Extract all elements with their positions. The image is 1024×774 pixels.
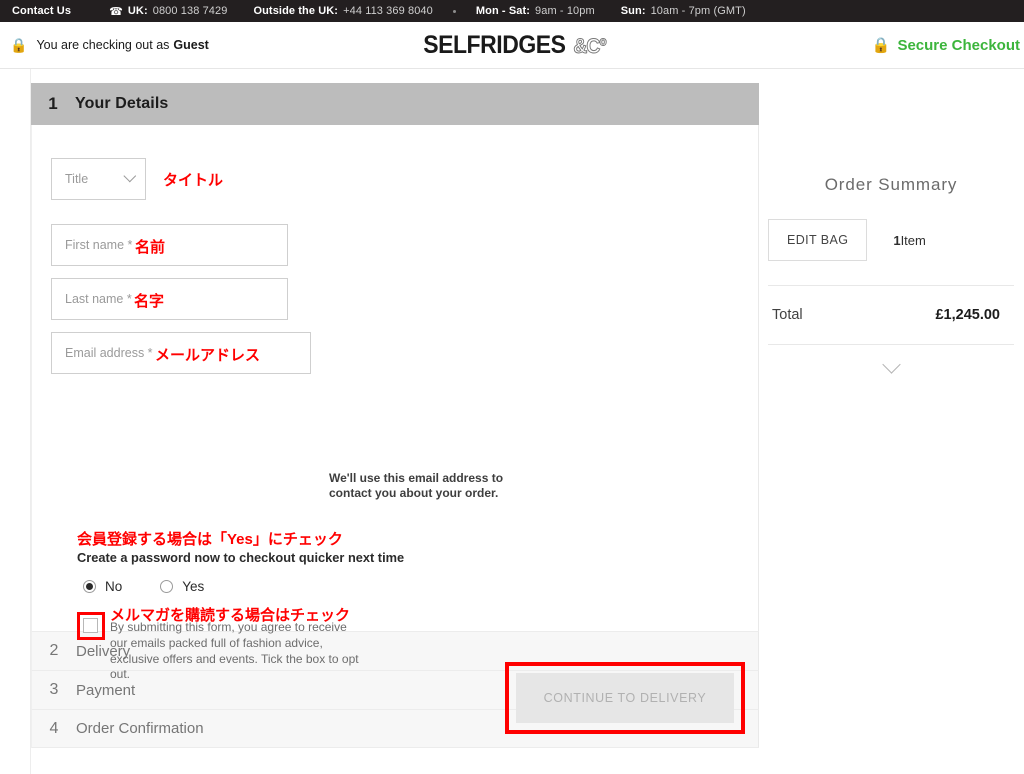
edit-bag-button[interactable]: EDIT BAG [768,219,868,261]
sunday-label: Sun: [620,5,646,17]
order-total-row: Total £1,245.00 [768,286,1014,344]
item-count-number: 1 [893,232,901,248]
lock-icon: 🔒 [10,37,28,53]
order-total-label: Total [772,307,803,323]
radio-option-no[interactable]: No [83,579,122,594]
logo-wordmark: SELFRIDGES [422,30,566,59]
sunday-hours: Sun: 10am - 7pm (GMT) [621,5,746,17]
edit-bag-label: EDIT BAG [787,233,849,247]
sunday-hours-value: 10am - 7pm (GMT) [650,5,746,17]
step-number: 3 [49,681,59,698]
item-count-unit: Item [900,232,926,248]
phone-icon: ☎ [109,5,123,18]
last-name-placeholder: Last name * [65,292,132,306]
step-number: 1 [48,94,58,113]
separator-dot-icon [452,9,456,13]
step-header-your-details[interactable]: 1 Your Details [31,83,759,125]
outside-uk-number: +44 113 369 8040 [343,5,433,17]
chevron-down-icon [123,169,137,182]
logo-suffix: &Cº [573,34,607,58]
last-name-field-row: Last name * 名字 [51,278,758,320]
step-title: Your Details [75,95,169,112]
order-summary-title: Order Summary [824,175,958,194]
outside-uk-label: Outside the UK: [253,5,339,17]
radio-option-yes[interactable]: Yes [160,579,204,594]
optin-text: By submitting this form, you agree to re… [110,620,359,682]
guest-checkout-strong: Guest [173,38,209,52]
first-name-input[interactable]: First name * [51,224,288,266]
radio-label-yes: Yes [182,579,205,594]
checkout-page: 1 Your Details Title タイトル First name * 名… [0,69,1024,774]
order-summary-panel: Order Summary EDIT BAG 1Item Total £1,24… [768,83,1014,374]
chevron-down-icon [881,355,901,374]
checkout-accordion: 1 Your Details Title タイトル First name * 名… [31,83,759,748]
step-title: Order Confirmation [76,720,204,737]
cta-highlight-box: CONTINUE TO DELIVERY [505,662,745,734]
email-field-row: Email address * メールアドレス [51,332,758,374]
first-name-field-row: First name * 名前 [51,224,758,266]
uk-phone: ☎ UK: 0800 138 7429 [109,5,227,18]
first-name-annotation: 名前 [135,239,166,256]
email-help-note: We'll use this email address to contact … [329,471,504,501]
create-password-radio-group: No Yes [83,579,242,594]
password-prompt-block: 会員登録する場合は「Yes」にチェック Create a password no… [77,531,507,565]
step-number: 2 [49,642,59,659]
password-annotation: 会員登録する場合は「Yes」にチェック [77,531,343,548]
radio-label-no: No [105,579,123,594]
page-header: 🔒 You are checking out as Guest SELFRIDG… [0,22,1024,69]
contact-us-link[interactable]: Contact Us [12,5,71,17]
guest-checkout-text: You are checking out as [36,38,170,52]
email-annotation: メールアドレス [155,347,261,364]
order-summary-actions: EDIT BAG 1Item [768,195,1014,285]
guest-checkout-notice: 🔒 You are checking out as Guest [10,38,209,52]
uk-label: UK: [127,5,148,17]
email-placeholder: Email address * [65,346,153,360]
title-field-row: Title タイトル [51,158,758,200]
password-prompt-text: Create a password now to checkout quicke… [77,550,405,566]
title-select-value: Title [65,172,89,186]
order-total-value: £1,245.00 [935,307,1000,323]
secure-checkout-badge: 🔒 Secure Checkout [872,37,1020,54]
weekday-hours: Mon - Sat: 9am - 10pm [476,5,595,17]
last-name-annotation: 名字 [134,293,165,310]
utility-topbar: Contact Us ☎ UK: 0800 138 7429 Outside t… [0,0,1024,22]
weekday-label: Mon - Sat: [475,5,531,17]
your-details-panel: Title タイトル First name * 名前 Last name * 名 [31,125,759,734]
radio-icon-no [83,580,96,593]
radio-icon-yes [160,580,174,593]
weekday-hours-value: 9am - 10pm [535,5,595,17]
order-summary-expand[interactable] [768,345,1014,374]
contact-us-label: Contact Us [12,5,72,17]
title-annotation: タイトル [163,172,224,189]
last-name-input[interactable]: Last name * [51,278,288,320]
continue-to-delivery-label: CONTINUE TO DELIVERY [543,691,707,705]
step-title: Payment [76,681,136,699]
continue-to-delivery-button[interactable]: CONTINUE TO DELIVERY [516,673,734,723]
uk-number: 0800 138 7429 [152,5,228,17]
lock-icon: 🔒 [871,36,891,54]
title-select[interactable]: Title [51,158,146,200]
first-name-placeholder: First name * [65,238,133,252]
item-count: 1Item [893,233,926,248]
outside-uk-phone: Outside the UK: +44 113 369 8040 [253,5,432,17]
step-number: 4 [49,719,59,737]
secure-checkout-label: Secure Checkout [897,36,1020,54]
marketing-optin-checkbox[interactable] [83,618,98,633]
